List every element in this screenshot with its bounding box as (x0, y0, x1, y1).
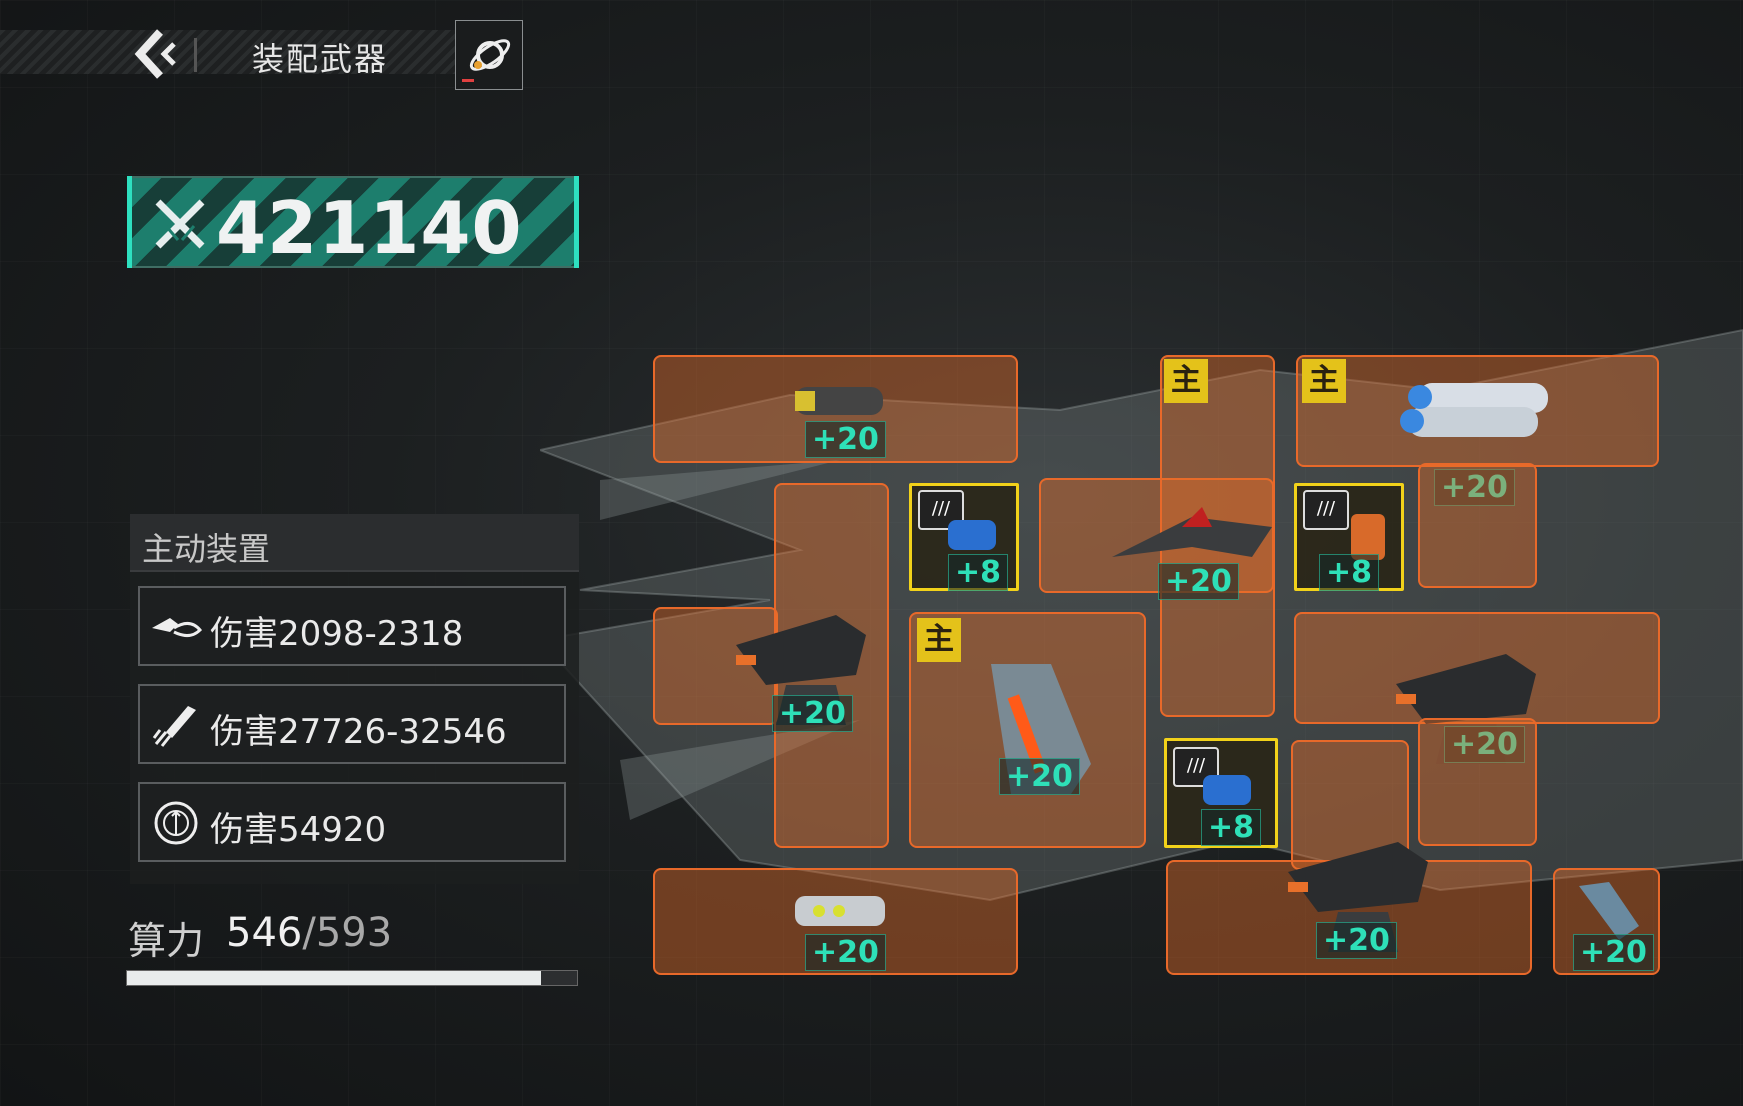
level-badge: +20 (1158, 563, 1239, 600)
cannon-icon (795, 387, 883, 415)
compute-current: 546 (226, 910, 303, 956)
main-tag: 主 (1302, 359, 1346, 403)
compute-label: 算力 (128, 919, 205, 963)
missile-icon (152, 706, 196, 747)
level-badge: +20 (805, 934, 886, 971)
launcher-icon (795, 896, 885, 926)
header-separator (194, 38, 197, 72)
compute-progress-fill (127, 971, 541, 985)
header-bar (0, 30, 460, 74)
weapon-slot-8[interactable]: +20 (1294, 612, 1660, 764)
weapon-slot-6-lower[interactable] (1418, 463, 1537, 588)
page-title: 装配武器 (252, 40, 389, 78)
compute-value: 546/593 (226, 910, 392, 956)
weapon-slot-7[interactable]: 主 +20 (909, 612, 1146, 848)
main-tag: 主 (1164, 359, 1208, 403)
weapon-slot-1[interactable]: +20 (653, 355, 1018, 463)
device-damage-text: 伤害2098-2318 (210, 614, 464, 654)
combat-power-panel: 421140 (127, 176, 579, 270)
level-badge: +20 (772, 695, 853, 732)
level-badge: +8 (1201, 809, 1262, 846)
active-devices-header: 主动装置 (130, 514, 579, 572)
level-badge: +20 (1316, 922, 1397, 959)
drone-icon (152, 618, 203, 637)
level-badge: +8 (1319, 554, 1380, 591)
level-badge: +20 (805, 421, 886, 458)
weapon-slot-4[interactable]: 主 +20 (1112, 355, 1275, 717)
active-devices-panel: 主动装置 伤害2098-2318 伤害27726-32546 伤害54920 (130, 514, 579, 884)
module-slot-3[interactable]: /// +8 (1164, 738, 1278, 848)
level-badge: +8 (948, 554, 1009, 591)
compute-progress-bar (126, 970, 578, 986)
combat-power-value: 421140 (216, 186, 523, 270)
module-slot-2[interactable]: /// +8 (1294, 483, 1404, 591)
canister-icon (1203, 775, 1251, 805)
device-damage-text: 伤害27726-32546 (210, 712, 507, 752)
device-row-missile[interactable]: 伤害27726-32546 (138, 684, 566, 764)
weapon-slot-11[interactable]: +20 (653, 868, 1018, 975)
module-slot-1[interactable]: /// +8 (909, 483, 1019, 591)
device-row-target[interactable]: 伤害54920 (138, 782, 566, 862)
weapon-slot-2[interactable]: +20 (736, 483, 889, 848)
crossed-swords-icon (155, 199, 205, 249)
active-devices-title: 主动装置 (142, 530, 271, 568)
device-row-drone[interactable]: 伤害2098-2318 (138, 586, 566, 666)
canister-icon (948, 520, 996, 550)
twin-cannon-icon (1400, 383, 1548, 437)
main-tag: 主 (917, 618, 961, 662)
back-arrow-icon (134, 29, 176, 79)
device-damage-text: 伤害54920 (210, 810, 387, 850)
ship-view-button[interactable] (455, 20, 523, 90)
target-icon (154, 801, 198, 845)
weapon-slot-12[interactable]: +20 (1553, 868, 1660, 975)
level-badge: +20 (1573, 934, 1654, 971)
weapon-slot-6[interactable]: 主 +20 (1296, 355, 1659, 506)
back-button[interactable] (130, 26, 180, 82)
compute-max: /593 (302, 910, 393, 956)
planet-icon (462, 39, 511, 82)
weapon-slot-10[interactable]: +20 (1166, 842, 1532, 975)
level-badge: +20 (999, 758, 1080, 795)
